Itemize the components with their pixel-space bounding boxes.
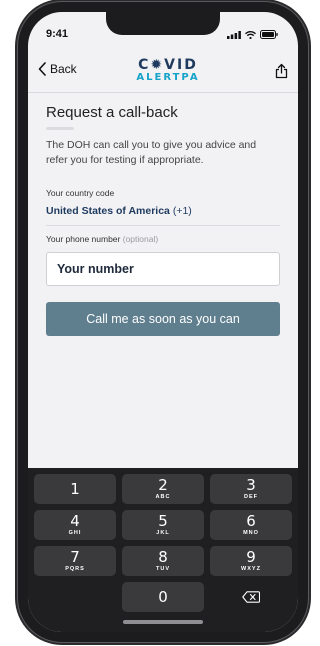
key-digit: 3 bbox=[246, 476, 256, 494]
key-letters: WXYZ bbox=[241, 566, 261, 572]
phone-optional-text: (optional) bbox=[122, 234, 159, 245]
nav-bar: Back C✹VID ALERTPA bbox=[28, 52, 298, 93]
key-5[interactable]: 5 JKL bbox=[122, 510, 204, 540]
home-indicator bbox=[123, 620, 203, 624]
key-letters: MNO bbox=[243, 530, 259, 536]
keypad-row: 4 GHI 5 JKL 6 MNO bbox=[34, 510, 292, 540]
title-underline bbox=[46, 127, 74, 130]
back-label: Back bbox=[50, 62, 77, 76]
field-divider bbox=[46, 225, 280, 227]
key-letters: GHI bbox=[68, 530, 82, 536]
device-notch bbox=[106, 12, 220, 35]
key-8[interactable]: 8 TUV bbox=[122, 546, 204, 576]
key-letters: JKL bbox=[156, 530, 170, 536]
key-digit: 7 bbox=[70, 548, 80, 566]
callback-form: Request a call-back The DOH can call you… bbox=[28, 94, 298, 337]
battery-icon bbox=[260, 30, 278, 39]
share-icon bbox=[275, 63, 288, 79]
key-digit: 4 bbox=[70, 512, 80, 530]
phone-frame: 9:41 Back C✹VID ALERTPA Request a call-b… bbox=[18, 2, 308, 642]
page-description: The DOH can call you to give you advice … bbox=[46, 139, 257, 167]
key-blank bbox=[34, 582, 116, 612]
status-icons bbox=[227, 30, 278, 39]
country-code-selector[interactable]: United States of America (+1) bbox=[46, 205, 298, 217]
key-letters: TUV bbox=[156, 566, 170, 572]
key-digit: 5 bbox=[158, 512, 168, 530]
phone-number-label: Your phone number (optional) bbox=[46, 234, 298, 244]
key-3[interactable]: 3 DEF bbox=[210, 474, 292, 504]
wifi-icon bbox=[245, 30, 256, 39]
key-letters: ABC bbox=[155, 494, 171, 500]
phone-number-input[interactable]: Your number bbox=[46, 252, 280, 287]
page-title: Request a call-back bbox=[46, 104, 178, 121]
key-digit: 1 bbox=[70, 479, 80, 498]
logo-wordmark-top: C✹VID bbox=[138, 57, 198, 73]
key-letters: DEF bbox=[244, 494, 258, 500]
key-digit: 9 bbox=[246, 548, 256, 566]
logo-wordmark-bottom: ALERTPA bbox=[136, 72, 200, 83]
share-button[interactable] bbox=[275, 63, 288, 84]
covid-alert-pa-logo: C✹VID ALERTPA bbox=[126, 58, 210, 83]
key-digit: 6 bbox=[246, 512, 256, 530]
key-7[interactable]: 7 PQRS bbox=[34, 546, 116, 576]
numeric-keypad: 1 2 ABC 3 DEF 4 GHI 5 JKL 6 MNO 7 PQRS 8… bbox=[28, 468, 298, 632]
key-9[interactable]: 9 WXYZ bbox=[210, 546, 292, 576]
key-digit: 2 bbox=[158, 476, 168, 494]
key-2[interactable]: 2 ABC bbox=[122, 474, 204, 504]
key-6[interactable]: 6 MNO bbox=[210, 510, 292, 540]
signal-icon bbox=[227, 30, 241, 39]
call-me-button[interactable]: Call me as soon as you can bbox=[46, 302, 280, 337]
backspace-icon bbox=[242, 591, 260, 603]
chevron-left-icon bbox=[38, 62, 46, 76]
key-letters: PQRS bbox=[65, 566, 85, 572]
app-screen: 9:41 Back C✹VID ALERTPA Request a call-b… bbox=[28, 12, 298, 632]
phone-label-text: Your phone number bbox=[46, 234, 121, 245]
country-code-label: Your country code bbox=[46, 188, 115, 199]
key-delete[interactable] bbox=[210, 582, 292, 612]
keypad-row: 1 2 ABC 3 DEF bbox=[34, 474, 292, 504]
country-dial-code: (+1) bbox=[172, 205, 192, 218]
status-time: 9:41 bbox=[46, 28, 69, 40]
key-digit: 8 bbox=[158, 548, 168, 566]
back-button[interactable]: Back bbox=[38, 62, 77, 76]
phone-number-placeholder: Your number bbox=[57, 262, 134, 277]
key-4[interactable]: 4 GHI bbox=[34, 510, 116, 540]
country-name: United States of America bbox=[46, 205, 170, 218]
keypad-row: 0 bbox=[34, 582, 292, 612]
keypad-row: 7 PQRS 8 TUV 9 WXYZ bbox=[34, 546, 292, 576]
key-0[interactable]: 0 bbox=[122, 582, 204, 612]
key-1[interactable]: 1 bbox=[34, 474, 116, 504]
key-digit: 0 bbox=[158, 587, 168, 606]
